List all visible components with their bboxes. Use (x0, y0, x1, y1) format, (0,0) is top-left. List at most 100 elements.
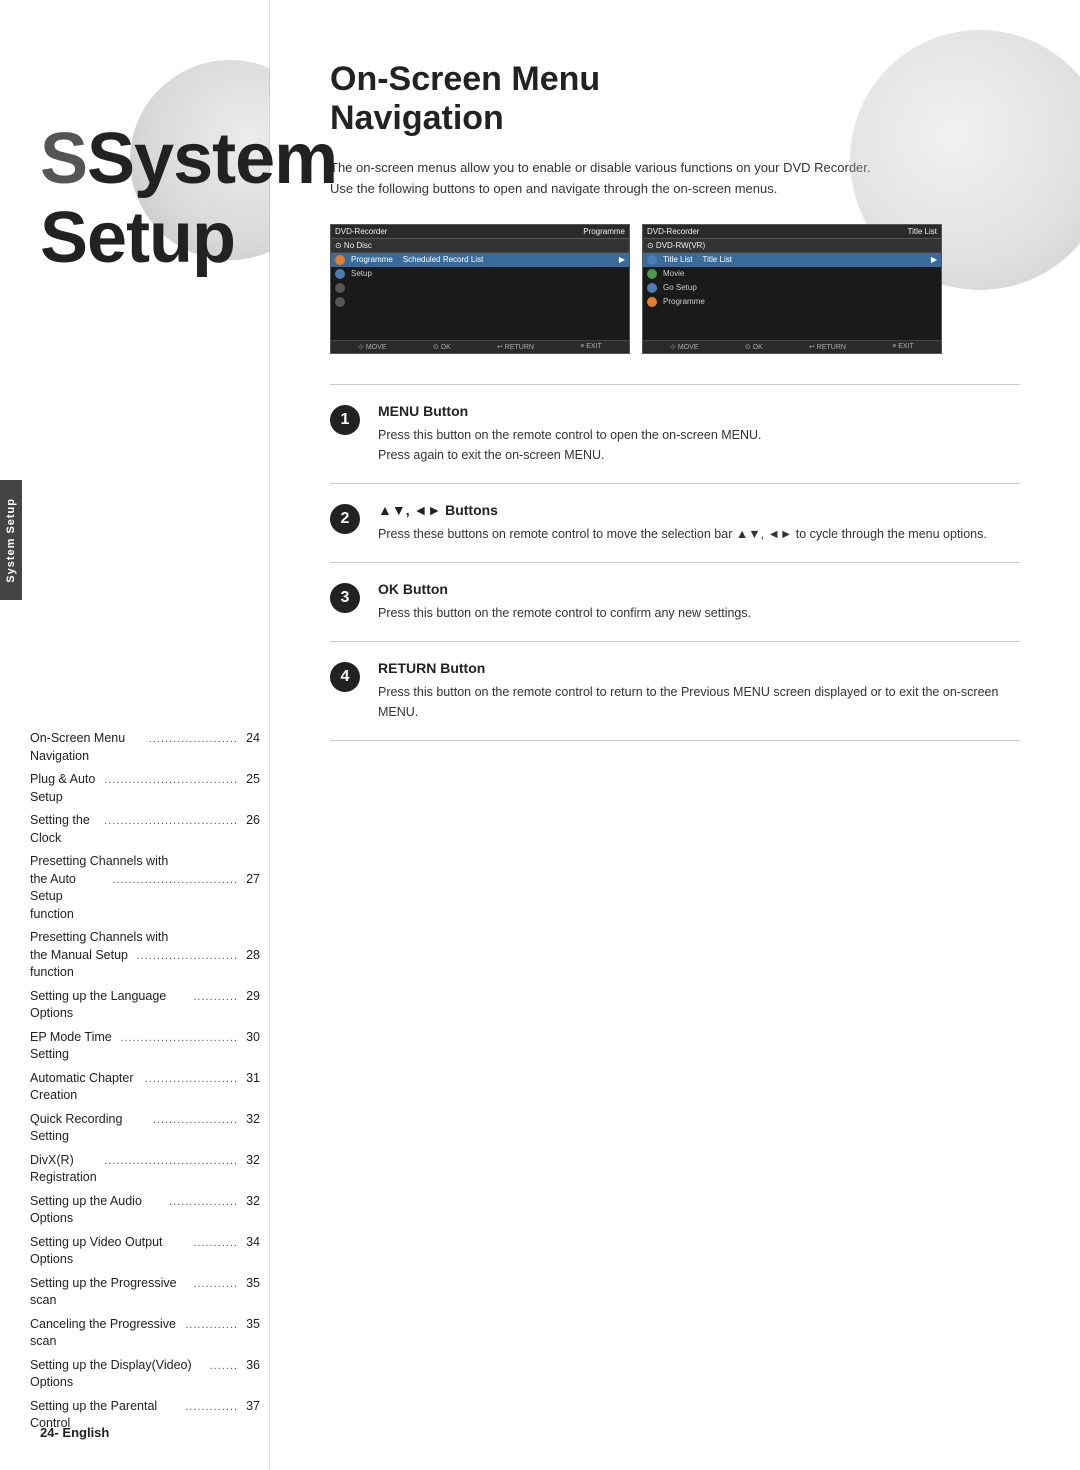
toc-page-13: 35 (238, 1316, 260, 1334)
side-tab-label: System Setup (5, 498, 17, 583)
screen-left-header-left: DVD-Recorder (335, 227, 387, 236)
toc-label-3-l1: Presetting Channels with (30, 853, 260, 871)
toc-dots-8: ..................... (153, 1113, 238, 1128)
screen-right-row-1: Title List Title List ▶ (643, 253, 941, 267)
toc-page-7: 31 (238, 1070, 260, 1088)
section-title-line2: Navigation (330, 99, 1020, 138)
toc-dots-7: ....................... (145, 1072, 238, 1087)
section-desc-3: Press this button on the remote control … (378, 603, 1020, 623)
screen-left: DVD-Recorder Programme ⊙ No Disc Program… (330, 224, 630, 354)
toc-page-9: 32 (238, 1152, 260, 1170)
toc-label-4-l1: Presetting Channels with (30, 929, 260, 947)
section-title-3: OK Button (378, 581, 1020, 597)
toc-label-14: Setting up the Display(Video) Options (30, 1357, 210, 1392)
toc-item-12: Setting up the Progressive scan ........… (30, 1275, 260, 1310)
toc-page-5: 29 (238, 988, 260, 1006)
screenshots-row: DVD-Recorder Programme ⊙ No Disc Program… (330, 224, 1020, 354)
toc-dots-10: ................. (169, 1195, 238, 1210)
toc-label-7: Automatic Chapter Creation (30, 1070, 145, 1105)
toc-item-1: Plug & Auto Setup ......................… (30, 771, 260, 806)
toc-item-14: Setting up the Display(Video) Options ..… (30, 1357, 260, 1392)
screen-icon-empty1 (335, 283, 345, 293)
section-desc-4: Press this button on the remote control … (378, 682, 1020, 722)
section-content-2: ▲▼, ◄► Buttons Press these buttons on re… (378, 502, 1020, 544)
screen-arrow: ▶ (619, 255, 625, 264)
section-3: 3 OK Button Press this button on the rem… (330, 563, 1020, 642)
screen-left-row-2: Setup (331, 267, 629, 281)
section-content-4: RETURN Button Press this button on the r… (378, 660, 1020, 722)
toc-item-5: Setting up the Language Options ........… (30, 988, 260, 1023)
toc-item-7: Automatic Chapter Creation .............… (30, 1070, 260, 1105)
toc-dots-3: ............................... (112, 873, 238, 888)
toc-item-4: Presetting Channels with the Manual Setu… (30, 929, 260, 982)
toc-label-2: Setting the Clock (30, 812, 104, 847)
section-content-3: OK Button Press this button on the remot… (378, 581, 1020, 623)
toc-label-4-l2: the Manual Setup function (30, 947, 137, 982)
toc-label-1: Plug & Auto Setup (30, 771, 104, 806)
chapter-title: SSystem Setup (40, 120, 309, 278)
section-1: 1 MENU Button Press this button on the r… (330, 384, 1020, 484)
screen-right-header-left: DVD-Recorder (647, 227, 699, 236)
screen-right-header: DVD-Recorder Title List (643, 225, 941, 239)
screen-left-header-right: Programme (583, 227, 625, 236)
toc-item-13: Canceling the Progressive scan .........… (30, 1316, 260, 1351)
section-title-1: MENU Button (378, 403, 1020, 419)
screen-left-header: DVD-Recorder Programme (331, 225, 629, 239)
section-content-1: MENU Button Press this button on the rem… (378, 403, 1020, 465)
screen-icon-empty2 (335, 297, 345, 307)
side-tab: System Setup (0, 480, 22, 600)
section-desc-1: Press this button on the remote control … (378, 425, 1020, 465)
screen-left-row2-label: Setup (351, 269, 372, 278)
toc-dots-0: ...................... (149, 732, 238, 747)
toc-page-15: 37 (238, 1398, 260, 1416)
screen-right: DVD-Recorder Title List ⊙ DVD-RW(VR) Tit… (642, 224, 942, 354)
toc-item-6: EP Mode Time Setting ...................… (30, 1029, 260, 1064)
screen-left-row-3 (331, 281, 629, 295)
screen-right-header-right: Title List (908, 227, 938, 236)
screen-right-icon-2 (647, 269, 657, 279)
toc-page-6: 30 (238, 1029, 260, 1047)
section-number-3: 3 (330, 583, 360, 613)
toc-dots-5: ........... (193, 990, 238, 1005)
toc-item-10: Setting up the Audio Options ...........… (30, 1193, 260, 1228)
toc-item-11: Setting up Video Output Options ........… (30, 1234, 260, 1269)
toc-page-3: 27 (238, 871, 260, 889)
numbered-sections: 1 MENU Button Press this button on the r… (330, 384, 1020, 741)
title-line2: Setup (40, 199, 309, 278)
title-line1: SSystem (40, 120, 309, 199)
toc-dots-13: ............. (185, 1318, 238, 1333)
toc-label-13: Canceling the Progressive scan (30, 1316, 185, 1351)
section-title-4: RETURN Button (378, 660, 1020, 676)
section-desc-2: Press these buttons on remote control to… (378, 524, 1020, 544)
toc-dots-4: ......................... (137, 949, 238, 964)
screen-right-icon-4 (647, 297, 657, 307)
toc-item-3: Presetting Channels with the Auto Setup … (30, 853, 260, 923)
toc-item-8: Quick Recording Setting ................… (30, 1111, 260, 1146)
toc-dots-9: ................................. (104, 1154, 238, 1169)
screen-left-row-4 (331, 295, 629, 309)
toc-dots-15: ............. (185, 1400, 238, 1415)
section-title: On-Screen Menu Navigation (330, 60, 1020, 138)
toc-page-14: 36 (238, 1357, 260, 1375)
section-title-line1: On-Screen Menu (330, 60, 1020, 99)
toc-label-8: Quick Recording Setting (30, 1111, 153, 1146)
toc-page-10: 32 (238, 1193, 260, 1211)
toc-label-6: EP Mode Time Setting (30, 1029, 120, 1064)
screen-right-row-2: Movie (643, 267, 941, 281)
screen-right-row-4: Programme (643, 295, 941, 309)
section-number-1: 1 (330, 405, 360, 435)
section-2: 2 ▲▼, ◄► Buttons Press these buttons on … (330, 484, 1020, 563)
toc-label-12: Setting up the Progressive scan (30, 1275, 193, 1310)
toc-label-3-l2: the Auto Setup function (30, 871, 112, 924)
toc-page-12: 35 (238, 1275, 260, 1293)
toc-item-9: DivX(R) Registration ...................… (30, 1152, 260, 1187)
section-number-2: 2 (330, 504, 360, 534)
screen-icon-blue (335, 269, 345, 279)
toc-page-0: 24 (238, 730, 260, 748)
toc-label-5: Setting up the Language Options (30, 988, 193, 1023)
section-number-4: 4 (330, 662, 360, 692)
table-of-contents: On-Screen Menu Navigation ..............… (30, 730, 260, 1439)
toc-label-0: On-Screen Menu Navigation (30, 730, 149, 765)
toc-page-8: 32 (238, 1111, 260, 1129)
toc-dots-11: ........... (193, 1236, 238, 1251)
